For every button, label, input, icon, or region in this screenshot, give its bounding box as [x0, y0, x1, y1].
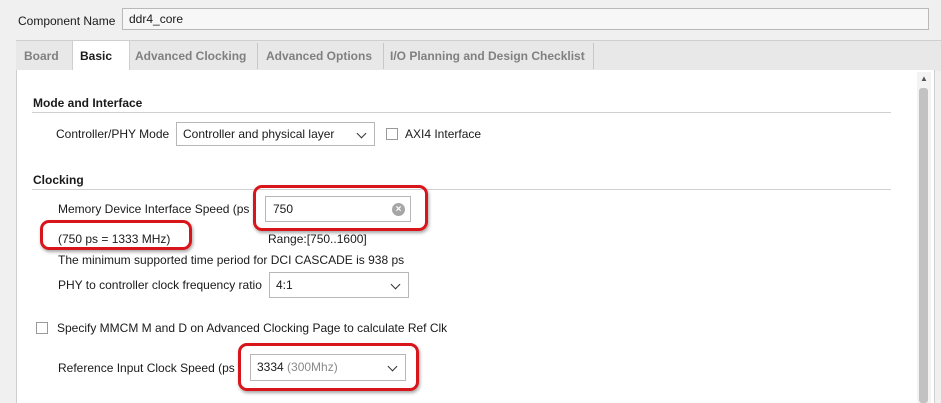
scroll-up-arrow-icon[interactable]: ▲	[917, 72, 931, 86]
scrollbar-thumb[interactable]	[919, 88, 928, 403]
controller-phy-mode-select[interactable]: Controller and physical layer	[176, 122, 375, 146]
ref-clock-highlight	[238, 343, 419, 391]
speed-input-highlight	[253, 185, 428, 231]
tab-advanced-clocking[interactable]: Advanced Clocking	[130, 41, 258, 71]
chevron-down-icon	[356, 128, 367, 139]
axi4-interface-label: AXI4 Interface	[405, 127, 482, 141]
chevron-down-icon	[390, 279, 401, 290]
clock-ratio-value: 4:1	[276, 278, 293, 292]
clock-ratio-select[interactable]: 4:1	[269, 272, 409, 298]
controller-phy-mode-label: Controller/PHY Mode	[56, 127, 170, 141]
mode-interface-divider	[32, 112, 891, 113]
dci-cascade-note: The minimum supported time period for DC…	[58, 253, 405, 267]
mode-interface-title: Mode and Interface	[33, 96, 143, 110]
tab-advanced-options[interactable]: Advanced Options	[258, 41, 384, 71]
ref-clock-speed-label: Reference Input Clock Speed (ps	[58, 361, 235, 375]
tab-io-planning[interactable]: I/O Planning and Design Checklist	[384, 41, 594, 71]
clock-ratio-label: PHY to controller clock frequency ratio	[58, 278, 262, 292]
tab-strip: Board Basic Advanced Clocking Advanced O…	[16, 40, 941, 72]
controller-phy-mode-value: Controller and physical layer	[183, 127, 335, 141]
clocking-title: Clocking	[33, 173, 84, 187]
speed-range-text: Range:[750..1600]	[268, 232, 367, 246]
speed-conversion-highlight	[40, 220, 192, 250]
memory-speed-label: Memory Device Interface Speed (ps	[58, 202, 250, 216]
clocking-divider	[32, 189, 891, 190]
specify-mmcm-checkbox[interactable]	[36, 322, 48, 334]
specify-mmcm-label: Specify MMCM M and D on Advanced Clockin…	[57, 321, 448, 335]
tab-basic[interactable]: Basic	[72, 41, 130, 72]
tab-board[interactable]: Board	[16, 41, 72, 71]
component-name-label: Component Name	[18, 14, 116, 28]
axi4-interface-checkbox[interactable]	[386, 128, 398, 140]
component-name-input[interactable]: ddr4_core	[122, 8, 929, 30]
